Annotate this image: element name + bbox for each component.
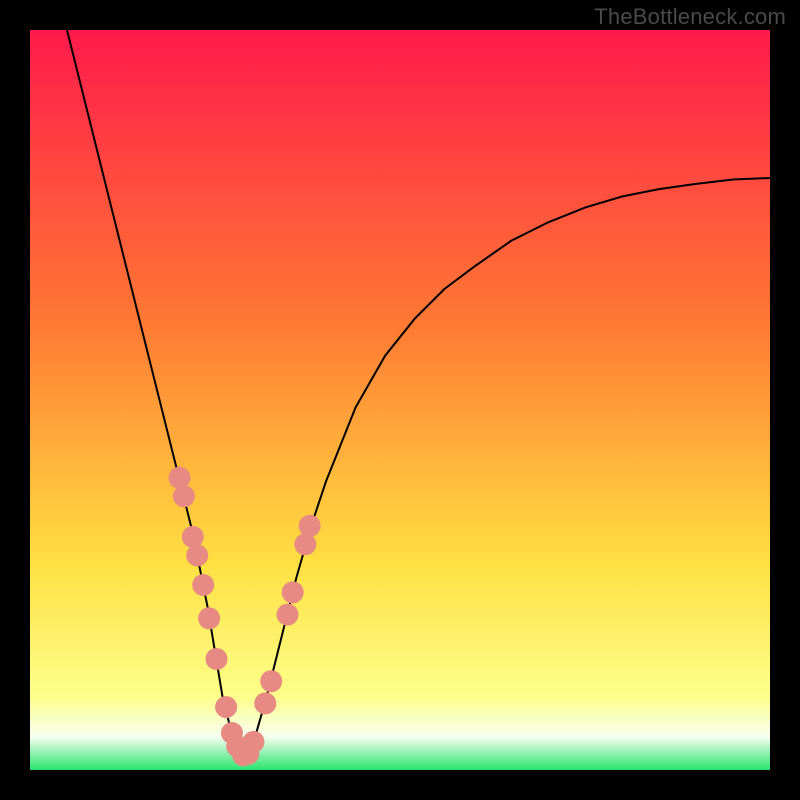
data-dot — [294, 533, 316, 555]
gradient-background — [30, 30, 770, 770]
plot-area — [30, 30, 770, 770]
data-dot — [215, 696, 237, 718]
data-dot — [169, 467, 191, 489]
data-dot — [206, 648, 228, 670]
data-dot — [192, 574, 214, 596]
data-dot — [260, 670, 282, 692]
data-dot — [182, 526, 204, 548]
data-dot — [282, 581, 304, 603]
data-dot — [254, 692, 276, 714]
data-dot — [277, 604, 299, 626]
attribution-text: TheBottleneck.com — [594, 4, 786, 30]
data-dot — [186, 544, 208, 566]
outer-frame: TheBottleneck.com — [0, 0, 800, 800]
data-dot — [299, 515, 321, 537]
data-dot — [198, 607, 220, 629]
data-dot — [243, 731, 265, 753]
chart-canvas — [30, 30, 770, 770]
data-dot — [173, 485, 195, 507]
